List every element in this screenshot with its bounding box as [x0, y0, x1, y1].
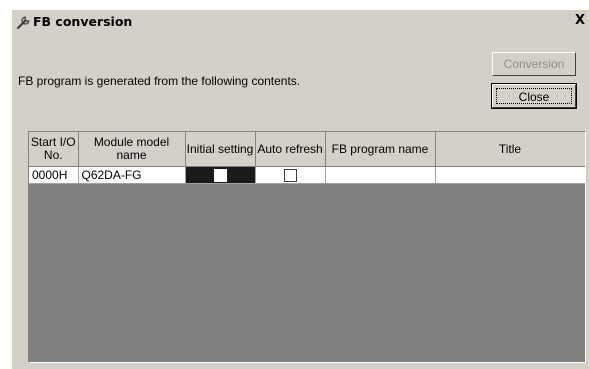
header-title[interactable]: Title: [435, 132, 585, 167]
cell-fb-program-name[interactable]: [325, 166, 436, 184]
close-button-label: Close: [496, 88, 572, 104]
fb-conversion-dialog: FB conversion X FB program is generated …: [12, 10, 589, 369]
info-message: FB program is generated from the followi…: [18, 74, 301, 88]
cell-start-io[interactable]: 0000H: [29, 166, 79, 184]
header-auto-refresh[interactable]: Auto refresh: [255, 132, 326, 167]
header-fb-program-name[interactable]: FB program name: [325, 132, 436, 167]
conversion-button[interactable]: Conversion: [492, 52, 576, 76]
table-header-row: Start I/O No. Module model name Initial …: [29, 132, 585, 167]
auto-refresh-checkbox[interactable]: [283, 169, 297, 183]
title-bar: FB conversion X: [12, 10, 589, 34]
table-row[interactable]: 0000H Q62DA-FG: [29, 166, 585, 184]
cell-initial-setting[interactable]: [185, 166, 256, 184]
window-title: FB conversion: [33, 14, 133, 29]
close-button[interactable]: Close: [491, 83, 577, 109]
cell-module-model-name[interactable]: Q62DA-FG: [78, 166, 186, 184]
fb-conversion-table: Start I/O No. Module model name Initial …: [28, 131, 586, 363]
cell-auto-refresh[interactable]: [255, 166, 326, 184]
wrench-icon: [16, 16, 30, 30]
close-window-button[interactable]: X: [573, 13, 587, 29]
header-module-model-name[interactable]: Module model name: [78, 132, 186, 167]
cell-title[interactable]: [435, 166, 585, 184]
header-initial-setting[interactable]: Initial setting: [185, 132, 256, 167]
header-start-io[interactable]: Start I/O No.: [29, 132, 79, 167]
initial-setting-checkbox[interactable]: [213, 169, 227, 183]
